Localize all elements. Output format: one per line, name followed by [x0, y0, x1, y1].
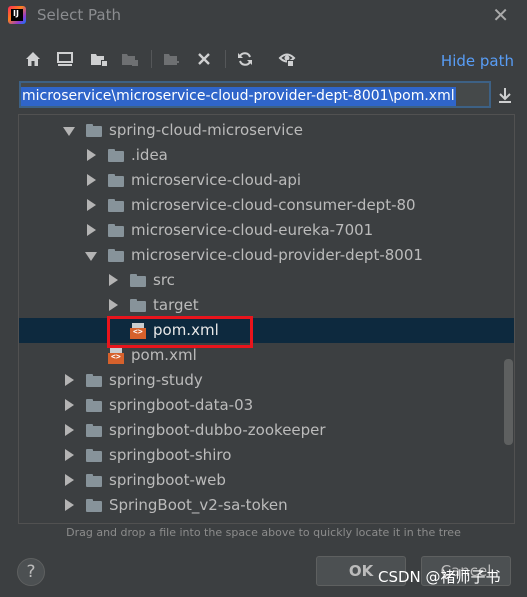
- tree-item-label: src: [153, 271, 175, 289]
- refresh-icon[interactable]: [234, 48, 256, 70]
- collapse-arrow-icon[interactable]: [65, 424, 74, 436]
- tree-item-label: springboot-shiro: [109, 446, 232, 464]
- folder-icon: [86, 474, 102, 487]
- folder-icon: [108, 149, 124, 162]
- project-folder-icon[interactable]: [88, 48, 110, 70]
- show-hidden-icon[interactable]: [276, 48, 298, 70]
- collapse-arrow-icon[interactable]: [65, 474, 74, 486]
- tree-item[interactable]: springboot-data-03: [19, 393, 514, 418]
- folder-icon: [86, 124, 102, 137]
- tree-item[interactable]: target: [19, 293, 514, 318]
- path-row: microservice\microservice-cloud-provider…: [0, 81, 527, 109]
- folder-icon: [86, 424, 102, 437]
- help-button[interactable]: ?: [17, 558, 45, 586]
- folder-icon: [108, 249, 124, 262]
- collapse-arrow-icon[interactable]: [65, 449, 74, 461]
- expand-arrow-icon[interactable]: [63, 127, 75, 136]
- tree-item[interactable]: springboot-dubbo-zookeeper: [19, 418, 514, 443]
- tree-item[interactable]: spring-cloud-microservice: [19, 118, 514, 143]
- folder-icon: [130, 274, 146, 287]
- folder-icon: [108, 199, 124, 212]
- collapse-arrow-icon[interactable]: [109, 274, 118, 286]
- hide-path-link[interactable]: Hide path: [441, 52, 514, 70]
- collapse-arrow-icon[interactable]: [65, 399, 74, 411]
- folder-icon: [108, 174, 124, 187]
- collapse-arrow-icon[interactable]: [65, 374, 74, 386]
- tree-item[interactable]: <> pom.xml: [19, 318, 514, 343]
- tree-item-label: microservice-cloud-provider-dept-8001: [131, 246, 423, 264]
- tree-item[interactable]: .idea: [19, 143, 514, 168]
- title-bar: IJ Select Path ✕: [0, 0, 527, 30]
- folder-icon: [86, 374, 102, 387]
- toolbar-separator: [151, 50, 152, 68]
- desktop-icon[interactable]: [54, 48, 76, 70]
- collapse-arrow-icon[interactable]: [87, 199, 96, 211]
- toolbar: Hide path: [0, 44, 527, 76]
- collapse-arrow-icon[interactable]: [109, 299, 118, 311]
- file-tree[interactable]: spring-cloud-microservice .idea microservi…: [18, 114, 515, 524]
- tree-item[interactable]: microservice-cloud-consumer-dept-80: [19, 193, 514, 218]
- scrollbar-thumb[interactable]: [504, 359, 513, 445]
- home-icon[interactable]: [22, 48, 44, 70]
- window-title: Select Path: [37, 6, 121, 24]
- tree-item[interactable]: spring-study: [19, 368, 514, 393]
- drag-drop-hint: Drag and drop a file into the space abov…: [66, 526, 461, 539]
- tree-item-label: springboot-dubbo-zookeeper: [109, 421, 326, 439]
- module-folder-icon[interactable]: [119, 48, 141, 70]
- expand-arrow-icon[interactable]: [85, 252, 97, 261]
- tree-item-label: microservice-cloud-api: [131, 171, 302, 189]
- tree-item-label: spring-study: [109, 371, 203, 389]
- folder-icon: [130, 299, 146, 312]
- collapse-arrow-icon[interactable]: [87, 174, 96, 186]
- folder-icon: [108, 224, 124, 237]
- tree-item[interactable]: src: [19, 268, 514, 293]
- maven-file-icon: <>: [108, 348, 124, 364]
- tree-item-label: target: [153, 296, 199, 314]
- new-folder-icon[interactable]: [161, 48, 183, 70]
- tree-item[interactable]: microservice-cloud-provider-dept-8001: [19, 243, 514, 268]
- toolbar-separator: [225, 50, 226, 68]
- folder-icon: [86, 499, 102, 512]
- collapse-arrow-icon[interactable]: [65, 499, 74, 511]
- tree-item[interactable]: springboot-shiro: [19, 443, 514, 468]
- folder-icon: [86, 449, 102, 462]
- tree-item[interactable]: SpringBoot_v2-sa-token: [19, 493, 514, 518]
- collapse-arrow-icon[interactable]: [87, 149, 96, 161]
- download-icon[interactable]: [495, 85, 515, 105]
- tree-item-label: springboot-data-03: [109, 396, 254, 414]
- path-input-value: microservice\microservice-cloud-provider…: [21, 87, 456, 106]
- tree-item-label: springboot-web: [109, 471, 226, 489]
- tree-item-label: pom.xml: [131, 346, 197, 364]
- folder-icon: [86, 399, 102, 412]
- red-highlight-box: [107, 316, 253, 348]
- tree-item-label: microservice-cloud-consumer-dept-80: [131, 196, 416, 214]
- path-input[interactable]: microservice\microservice-cloud-provider…: [19, 81, 491, 108]
- tree-item-label: spring-cloud-microservice: [109, 121, 303, 139]
- tree-item-label: .idea: [131, 146, 168, 164]
- csdn-watermark: CSDN @褚师子书: [378, 568, 501, 586]
- tree-item[interactable]: <> pom.xml: [19, 343, 514, 368]
- close-icon[interactable]: ✕: [492, 5, 509, 25]
- tree-item-label: SpringBoot_v2-sa-token: [109, 496, 288, 514]
- tree-item[interactable]: microservice-cloud-api: [19, 168, 514, 193]
- delete-icon[interactable]: [193, 48, 215, 70]
- tree-item[interactable]: springboot-web: [19, 468, 514, 493]
- collapse-arrow-icon[interactable]: [87, 224, 96, 236]
- tree-item-label: microservice-cloud-eureka-7001: [131, 221, 374, 239]
- intellij-logo-icon: IJ: [8, 6, 26, 24]
- tree-item[interactable]: microservice-cloud-eureka-7001: [19, 218, 514, 243]
